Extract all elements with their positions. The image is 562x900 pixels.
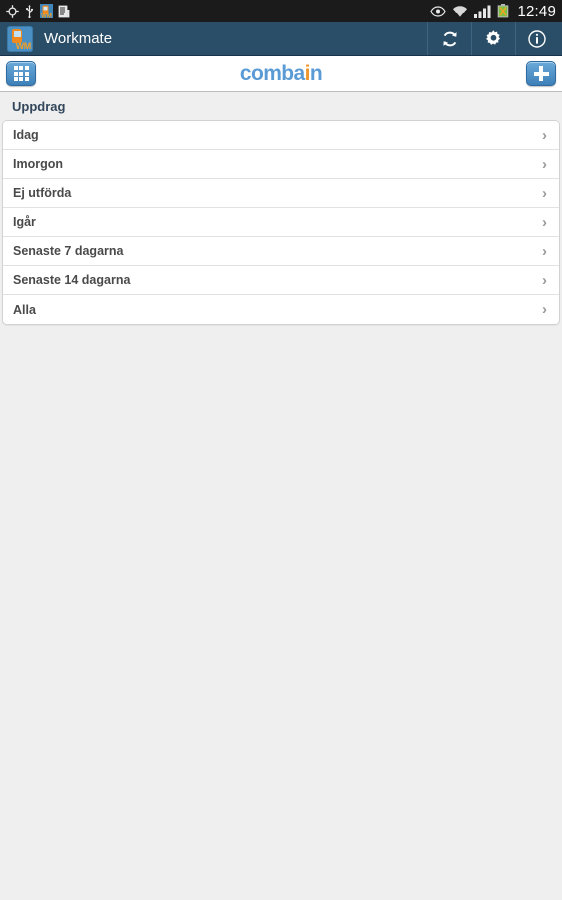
page-title: Workmate [44,30,113,47]
refresh-icon [442,31,457,46]
chevron-right-icon: › [542,184,547,202]
workmate-app-icon: WM [7,25,33,52]
list-item-label: Alla [13,302,36,317]
logo-text-part1: comba [239,61,305,85]
list-item[interactable]: Idag › [3,121,559,150]
settings-button[interactable] [471,22,515,55]
sim-card-icon [58,5,70,17]
list-item[interactable]: Igår › [3,208,559,237]
chevron-right-icon: › [542,213,547,231]
main-content: Uppdrag Idag › Imorgon › Ej utförda › Ig… [0,92,562,325]
app-title-bar: WM Workmate [0,22,562,56]
gear-icon [486,30,501,45]
workmate-notification-icon: WM [40,4,53,18]
menu-grid-button[interactable] [6,61,36,86]
cellular-signal-icon [474,5,491,18]
grid-icon [13,66,29,81]
add-button[interactable] [526,61,556,86]
appbar-actions [427,22,562,55]
list-item-label: Imorgon [13,157,63,171]
chevron-right-icon: › [542,155,547,173]
battery-charging-icon [498,4,509,18]
status-left-icons: WM [6,4,70,18]
list-item[interactable]: Senaste 7 dagarna › [3,237,559,266]
list-item-label: Ej utförda [13,186,72,200]
chevron-right-icon: › [542,242,547,260]
list-item[interactable]: Ej utförda › [3,179,559,208]
info-button[interactable] [515,22,562,55]
wifi-icon [453,5,468,18]
list-item[interactable]: Senaste 14 dagarna › [3,266,559,295]
brand-toolbar: combain [0,56,562,92]
logo-text-part3: n [309,61,323,85]
info-icon [528,29,546,48]
refresh-button[interactable] [427,22,471,55]
app-icon-label: WM [15,40,32,51]
list-item-label: Senaste 7 dagarna [13,244,124,258]
chevron-right-icon: › [542,301,547,318]
task-filter-list: Idag › Imorgon › Ej utförda › Igår › Sen… [2,120,560,325]
chevron-right-icon: › [542,126,547,144]
svg-text:WM: WM [41,13,52,18]
gps-icon [6,4,19,18]
list-item[interactable]: Imorgon › [3,150,559,179]
combain-logo: combain [239,61,323,86]
status-clock: 12:49 [517,2,556,20]
chevron-right-icon: › [542,271,547,289]
list-item-label: Igår [13,215,36,229]
list-item-label: Senaste 14 dagarna [13,273,131,287]
plus-icon [533,66,549,81]
app-screen: WM 12:49 WM Workmate combain Uppdrag Ida… [0,0,562,900]
usb-icon [26,4,34,18]
status-right-icons: 12:49 [430,3,558,20]
smart-stay-eye-icon [430,5,447,17]
list-item-label: Idag [13,128,39,142]
section-header-uppdrag: Uppdrag [12,99,66,114]
android-status-bar: WM 12:49 [0,0,562,22]
list-item[interactable]: Alla › [3,295,559,324]
